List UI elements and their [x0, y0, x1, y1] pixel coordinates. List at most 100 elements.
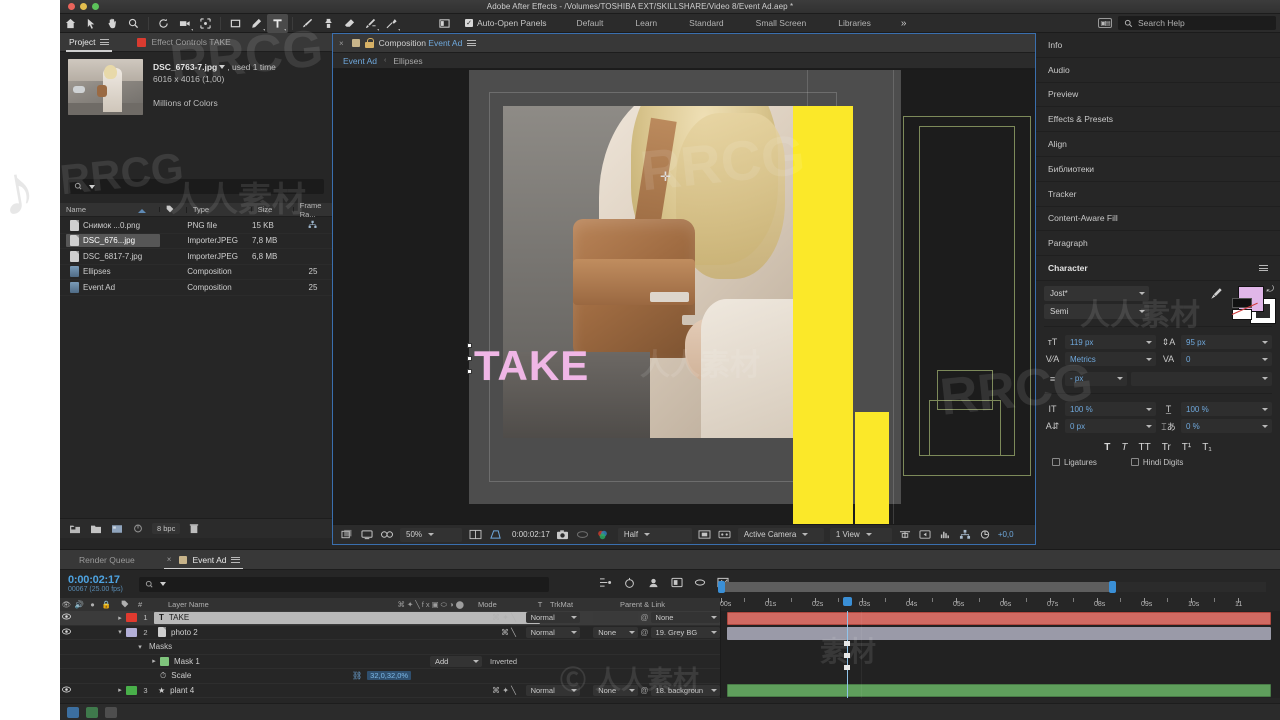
layer-collapse-triangle-icon[interactable]: ▾	[114, 628, 126, 636]
vertical-scale-field[interactable]: IT 100 %	[1044, 402, 1156, 417]
composition-panel-menu-icon[interactable]	[467, 39, 477, 48]
brush-tool-icon[interactable]	[297, 14, 318, 33]
font-style-select[interactable]: Semi	[1044, 303, 1149, 319]
layer-bar-plant4[interactable]	[727, 683, 1271, 697]
camera-tool-caret[interactable]	[191, 28, 193, 31]
composition-tab-title[interactable]: Composition Event Ad	[379, 38, 463, 48]
pen-tool-icon[interactable]	[246, 14, 267, 33]
panel-header-paragraph[interactable]: Paragraph	[1036, 231, 1280, 257]
mask-color-swatch[interactable]	[160, 656, 169, 666]
share-view-axes-icon[interactable]	[898, 528, 912, 541]
show-histogram-icon[interactable]	[938, 528, 952, 541]
workspace-tab-learn[interactable]: Learn	[619, 14, 673, 33]
column-frame-rate[interactable]: Frame Ra...	[294, 201, 332, 219]
parent-select-photo2[interactable]: 19. Grey BG	[650, 626, 720, 638]
puppet-pin-caret[interactable]	[398, 28, 400, 31]
faux-bold-button[interactable]: T	[1104, 442, 1110, 453]
stroke-width-field[interactable]: - px	[1065, 371, 1127, 386]
layer-label-color[interactable]	[126, 685, 137, 695]
workspace-tab-default[interactable]: Default	[560, 14, 619, 33]
timeline-search-input[interactable]	[138, 576, 549, 592]
roto-brush-caret[interactable]	[377, 28, 379, 31]
layer-bar-photo2[interactable]	[727, 626, 1271, 640]
project-row-ellipses[interactable]: Ellipses Composition 25	[60, 265, 332, 280]
small-caps-button[interactable]: Tr	[1162, 442, 1171, 453]
column-name[interactable]: Name	[60, 205, 160, 214]
toggle-3d-reference-axes-icon[interactable]	[488, 528, 502, 541]
stroke-type-select[interactable]	[1131, 371, 1272, 386]
superscript-button[interactable]: T¹	[1182, 442, 1191, 453]
mask-expand-triangle-icon[interactable]: ▸	[148, 657, 160, 665]
project-settings-icon[interactable]	[131, 522, 145, 535]
workspace-overflow-button[interactable]: »	[901, 18, 907, 29]
auto-open-panels-checkbox-box[interactable]: ✓	[465, 19, 473, 27]
clone-stamp-tool-icon[interactable]	[318, 14, 339, 33]
layer-mode-select-photo2[interactable]: Normal	[525, 626, 581, 638]
project-row-dsc6817[interactable]: DSC_6817-7.jpg ImporterJPEG 6,8 MB	[60, 249, 332, 265]
rotation-tool-icon[interactable]	[153, 14, 174, 33]
column-t[interactable]: T	[534, 600, 546, 609]
anchor-point-tool-icon[interactable]	[195, 14, 216, 33]
no-color-icon[interactable]	[1232, 308, 1252, 320]
new-composition-icon[interactable]	[110, 522, 124, 535]
trkmat-select-photo2[interactable]: None	[593, 626, 639, 638]
layer-mode-select-plant4[interactable]: Normal	[525, 684, 581, 696]
layer-switches[interactable]: ⌘ ✦ ╲	[492, 686, 520, 695]
toggle-mask-paths-icon[interactable]	[360, 528, 374, 541]
layer-label-color[interactable]	[126, 613, 137, 623]
column-trkmat[interactable]: TrkMat	[546, 600, 612, 609]
tab-effect-controls[interactable]: Effect Controls TAKE	[128, 33, 239, 52]
search-filter-dropdown-icon[interactable]	[89, 184, 95, 189]
tab-event-ad-timeline[interactable]: × Event Ad	[158, 550, 250, 569]
layer-video-toggle-icon[interactable]	[60, 628, 73, 637]
workspace-bar-icon[interactable]	[434, 14, 455, 33]
home-icon[interactable]	[60, 14, 81, 33]
masks-collapse-triangle-icon[interactable]: ▾	[134, 643, 146, 651]
toggle-transparency-grid-icon[interactable]	[340, 528, 354, 541]
parent-pickwhip-icon[interactable]: @	[638, 686, 650, 695]
workspace-tab-small-screen[interactable]: Small Screen	[740, 14, 823, 33]
column-label[interactable]	[160, 205, 187, 215]
project-search-input[interactable]	[68, 179, 324, 194]
camera-tool-icon[interactable]	[174, 14, 195, 33]
layer-switches[interactable]: ⌘ ✦ ╲	[492, 613, 520, 622]
eyedropper-icon[interactable]	[1208, 286, 1224, 301]
selection-handle-left-2[interactable]	[467, 356, 472, 361]
ligatures-checkbox[interactable]: Ligatures	[1052, 457, 1097, 467]
panel-header-align[interactable]: Align	[1036, 132, 1280, 157]
breadcrumb-item-ellipses[interactable]: Ellipses	[393, 56, 422, 66]
project-row-dsc676[interactable]: DSC_676...jpg ImporterJPEG 7,8 MB	[60, 234, 332, 249]
current-time-display[interactable]: 0:00:02:17	[512, 530, 550, 539]
panel-header-libraries[interactable]: Библиотеки	[1036, 157, 1280, 182]
search-help-input[interactable]: Search Help	[1118, 16, 1276, 30]
shape-tool-icon[interactable]	[225, 14, 246, 33]
tab-render-queue[interactable]: Render Queue	[70, 550, 144, 569]
timeline-time-readout[interactable]: 0:00:02:17 00067 (25.00 fps)	[68, 574, 123, 593]
panel-header-effects-presets[interactable]: Effects & Presets	[1036, 107, 1280, 133]
project-row-snimok[interactable]: Снимок ...0.png PNG file 15 KB	[60, 218, 332, 234]
timeline-work-area-bar[interactable]	[718, 581, 1266, 593]
puppet-pin-tool-icon[interactable]	[381, 14, 402, 33]
text-color-swatches[interactable]: ⤾	[1232, 284, 1276, 324]
column-layer-name[interactable]: Layer Name	[156, 600, 336, 609]
tsume-field[interactable]: ⌶あ 0 %	[1160, 419, 1272, 434]
mask-mode-select[interactable]: Add	[430, 655, 482, 667]
parent-select-plant4[interactable]: 18. backgroun	[650, 684, 720, 696]
panel-header-tracker[interactable]: Tracker	[1036, 182, 1280, 207]
reset-exposure-icon[interactable]	[978, 528, 992, 541]
parent-pickwhip-icon[interactable]: @	[638, 628, 650, 637]
all-caps-button[interactable]: TT	[1138, 442, 1150, 453]
type-tool-caret[interactable]	[284, 28, 286, 31]
auto-open-panels-checkbox[interactable]: ✓ Auto-Open Panels	[465, 18, 546, 28]
column-mode[interactable]: Mode	[472, 600, 534, 609]
scale-property-value[interactable]: 32,0,32,0%	[367, 671, 412, 681]
layer-switches[interactable]: ⌘ ╲	[501, 628, 520, 637]
exposure-value[interactable]: +0,0	[998, 530, 1014, 539]
enable-frame-blending-icon[interactable]	[671, 577, 683, 591]
toggle-switches-modes-button[interactable]	[67, 706, 79, 718]
take-snapshot-icon[interactable]	[556, 528, 570, 541]
layer-expand-triangle-icon[interactable]: ▸	[114, 686, 126, 694]
enable-motion-blur-icon[interactable]	[694, 577, 706, 591]
timeline-ruler[interactable]: 00s 01s 02s 03s 04s 05s 06s 07s 08s 09s …	[720, 597, 1280, 611]
project-panel-menu-icon[interactable]	[100, 38, 110, 47]
